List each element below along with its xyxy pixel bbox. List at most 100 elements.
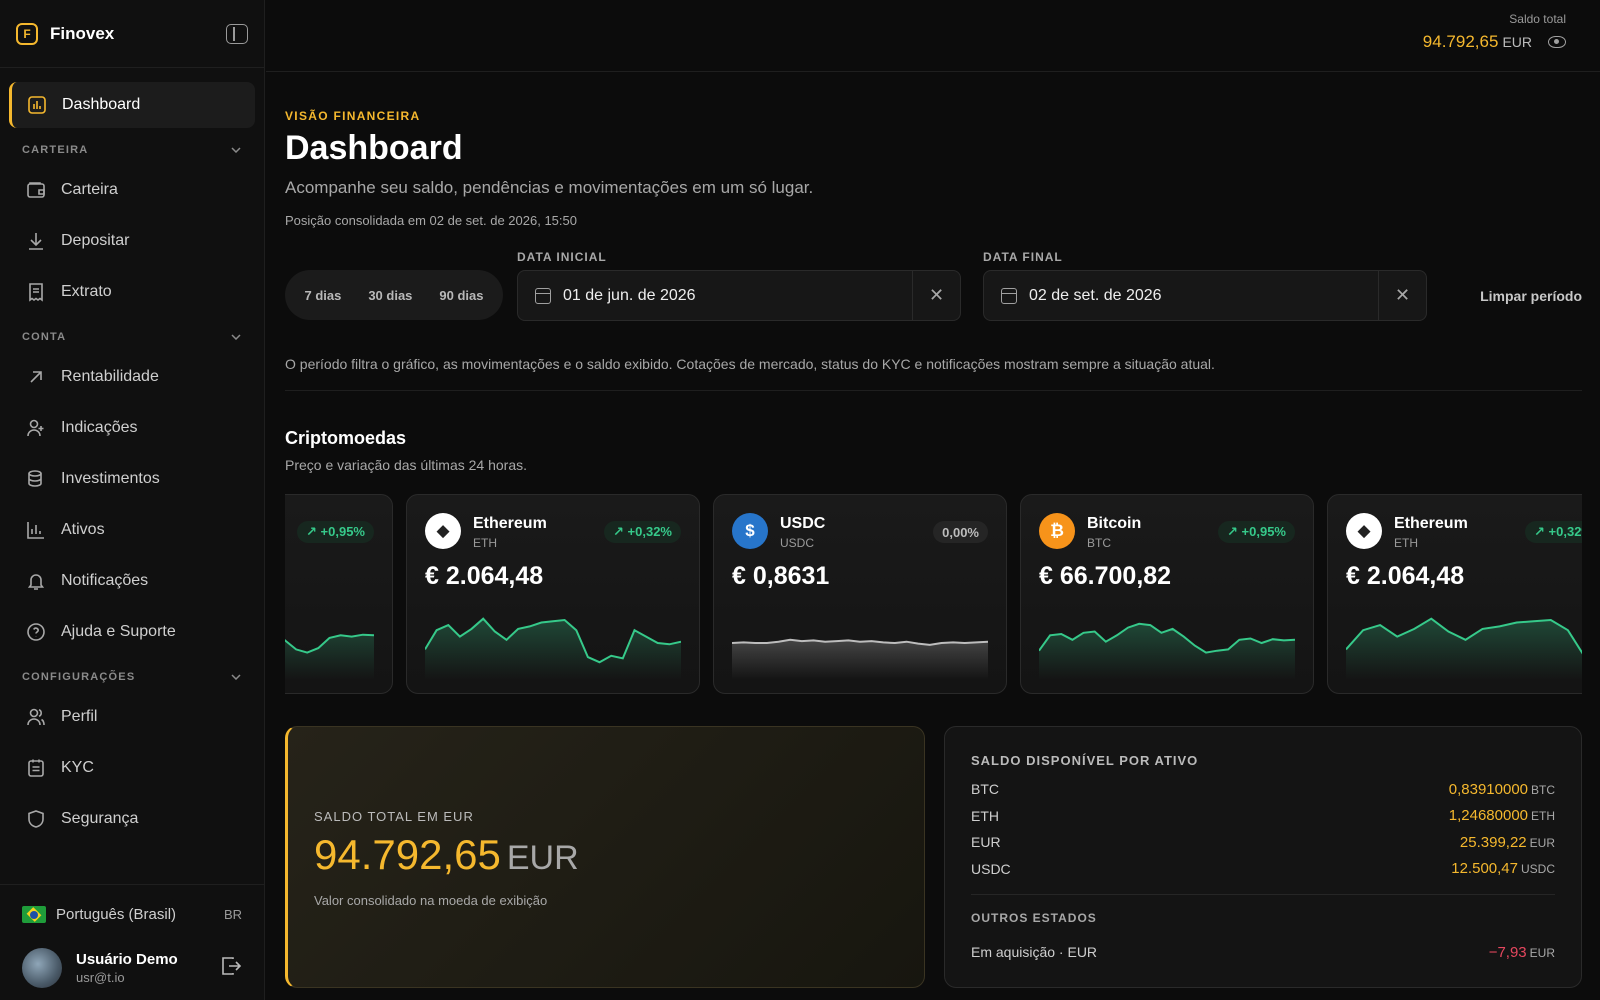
end-date-field: DATA FINAL 02 de set. de 2026 ✕ xyxy=(983,250,1427,321)
crypto-section-title: Criptomoedas xyxy=(285,428,407,448)
balance-amount: 94.792,65 xyxy=(1422,32,1499,51)
calendar-icon xyxy=(535,287,551,304)
period-helper-text: O período filtra o gráfico, as movimenta… xyxy=(285,356,1215,372)
section-title: CONFIGURAÇÕES xyxy=(22,671,136,683)
other-states-list: Em aquisição · EUR −7,93 EUR xyxy=(971,939,1555,966)
sidebar-item-ativos[interactable]: Ativos xyxy=(9,507,255,553)
user-plus-icon xyxy=(25,417,47,439)
total-balance-value: 94.792,65 EUR xyxy=(314,831,579,879)
sidebar-item-extrato[interactable]: Extrato xyxy=(9,269,255,315)
clear-start-date-icon[interactable]: ✕ xyxy=(912,271,960,320)
language-selector[interactable]: Português (Brasil) BR xyxy=(22,885,242,943)
sidebar-item-label: Rentabilidade xyxy=(61,368,159,385)
sparkline-chart xyxy=(1039,622,1295,679)
chevron-down-icon xyxy=(231,331,241,343)
sidebar-item-notificacoes[interactable]: Notificações xyxy=(9,558,255,604)
brand: F Finovex xyxy=(0,0,264,68)
period-filters: 7 dias 30 dias 90 dias DATA INICIAL 01 d… xyxy=(285,250,1582,358)
ethereum-icon: ◆ xyxy=(1346,513,1382,549)
user-profile[interactable]: Usuário Demo usr@t.io xyxy=(22,943,242,993)
sidebar-collapse-icon[interactable] xyxy=(226,23,248,44)
period-presets: 7 dias 30 dias 90 dias xyxy=(285,270,503,320)
chevron-down-icon xyxy=(231,144,241,156)
download-icon xyxy=(25,230,47,252)
crypto-card[interactable]: ₿BitcoinBTC↗ +0,95%€ 66.700,82 xyxy=(285,494,393,694)
crypto-section-subtitle: Preço e variação das últimas 24 horas. xyxy=(285,457,528,473)
main-content: VISÃO FINANCEIRA Dashboard Acompanhe seu… xyxy=(285,72,1582,988)
topbar-balance-value: 94.792,65 EUR xyxy=(1423,32,1566,52)
logout-icon[interactable] xyxy=(220,955,242,982)
divider xyxy=(971,894,1555,895)
bar-chart-icon xyxy=(25,519,47,541)
preset-90-days[interactable]: 90 dias xyxy=(433,280,489,311)
sidebar-item-depositar[interactable]: Depositar xyxy=(9,218,255,264)
coin-symbol: ETH xyxy=(1394,536,1418,550)
eye-icon[interactable] xyxy=(1548,36,1566,48)
crypto-card[interactable]: $ USDC USDC 0,00% € 0,8631 xyxy=(713,494,1007,694)
asset-amount: 1,24680000 xyxy=(1448,807,1528,825)
sidebar-item-label: Carteira xyxy=(61,181,118,198)
crypto-card[interactable]: ₿BitcoinBTC↗ +0,95%€ 66.700,82 xyxy=(1020,494,1314,694)
change-badge: ↗ +0,32% xyxy=(604,521,681,543)
sparkline-area xyxy=(425,618,681,679)
page-title: Dashboard xyxy=(285,129,463,167)
user-name: Usuário Demo xyxy=(76,951,178,968)
start-date-label: DATA INICIAL xyxy=(517,250,607,264)
finovex-logo-icon: F xyxy=(16,22,38,45)
asset-row: USDC 12.500,47 USDC xyxy=(971,856,1555,883)
preset-30-days[interactable]: 30 dias xyxy=(362,280,418,311)
chart-bar-icon xyxy=(26,94,48,116)
sidebar-item-label: Depositar xyxy=(61,232,130,249)
total-balance-label: SALDO TOTAL EM EUR xyxy=(314,809,474,824)
crypto-card[interactable]: ◆ Ethereum ETH ↗ +0,32% € 2.064,48 xyxy=(1327,494,1582,694)
sidebar-item-perfil[interactable]: Perfil xyxy=(9,694,255,740)
asset-unit: EUR xyxy=(1529,945,1555,960)
section-configuracoes[interactable]: CONFIGURAÇÕES xyxy=(9,660,255,694)
asset-name: ETH xyxy=(971,807,999,824)
clear-end-date-icon[interactable]: ✕ xyxy=(1378,271,1426,320)
position-timestamp: Posição consolidada em 02 de set. de 202… xyxy=(285,213,577,228)
change-badge: ↗ +0,32% xyxy=(1525,521,1582,543)
end-date-input[interactable]: 02 de set. de 2026 ✕ xyxy=(983,270,1427,321)
sidebar-item-label: Indicações xyxy=(61,419,138,436)
sidebar-item-seguranca[interactable]: Segurança xyxy=(9,796,255,842)
other-states-title: OUTROS ESTADOS xyxy=(971,911,1097,925)
app: F Finovex Dashboard CARTEIRA Carteira De… xyxy=(0,0,1600,1000)
sidebar-item-investimentos[interactable]: Investimentos xyxy=(9,456,255,502)
sidebar-footer: Português (Brasil) BR Usuário Demo usr@t… xyxy=(0,884,264,1000)
asset-name: EUR xyxy=(971,834,1001,851)
section-carteira[interactable]: CARTEIRA xyxy=(9,133,255,167)
start-date-input[interactable]: 01 de jun. de 2026 ✕ xyxy=(517,270,961,321)
asset-unit: USDC xyxy=(1520,862,1555,877)
sidebar-item-indicacoes[interactable]: Indicações xyxy=(9,405,255,451)
start-date-value: 01 de jun. de 2026 xyxy=(563,286,696,304)
asset-row: EUR 25.399,22 EUR xyxy=(971,829,1555,856)
sidebar-item-ajuda[interactable]: Ajuda e Suporte xyxy=(9,609,255,655)
divider xyxy=(285,390,1582,391)
topbar-balance-label: Saldo total xyxy=(1509,12,1566,26)
sidebar-item-kyc[interactable]: KYC xyxy=(9,745,255,791)
user-email: usr@t.io xyxy=(76,970,125,985)
sparkline-area xyxy=(1039,623,1295,679)
asset-unit: EUR xyxy=(1529,835,1555,850)
crypto-carousel[interactable]: ₿ Bitcoin BTC ↗ +0,95% € 66.700,82 ◆ Ethereum E… xyxy=(285,494,1582,694)
preset-7-days[interactable]: 7 dias xyxy=(298,280,347,311)
sidebar-item-label: Ajuda e Suporte xyxy=(61,623,176,640)
total-balance-description: Valor consolidado na moeda de exibição xyxy=(314,893,548,908)
users-icon xyxy=(25,706,47,728)
section-conta[interactable]: CONTA xyxy=(9,320,255,354)
sidebar-item-label: Extrato xyxy=(61,283,112,300)
sidebar-item-rentabilidade[interactable]: Rentabilidade xyxy=(9,354,255,400)
balance-currency: EUR xyxy=(1502,34,1532,50)
sidebar-item-dashboard[interactable]: Dashboard xyxy=(9,82,255,128)
chevron-down-icon xyxy=(231,671,241,683)
asset-row: ETH 1,24680000 ETH xyxy=(971,803,1555,830)
asset-amount-group: 12.500,47 USDC xyxy=(1451,860,1555,877)
sidebar-item-label: Investimentos xyxy=(61,470,160,487)
clear-period-button[interactable]: Limpar período xyxy=(1480,288,1582,304)
asset-amount: 25.399,22 xyxy=(1459,833,1527,851)
sidebar-item-carteira[interactable]: Carteira xyxy=(9,167,255,213)
crypto-card[interactable]: ◆ Ethereum ETH ↗ +0,32% € 2.064,48 xyxy=(406,494,700,694)
coin-symbol: USDC xyxy=(780,536,815,550)
sidebar-item-label: Dashboard xyxy=(62,96,141,113)
